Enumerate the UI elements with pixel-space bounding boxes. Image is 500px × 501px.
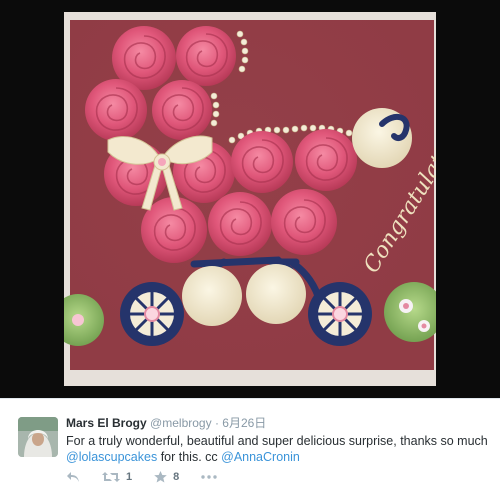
favorite-button[interactable]: 8 bbox=[154, 471, 179, 483]
retweet-button[interactable]: 1 bbox=[102, 471, 132, 483]
retweet-icon bbox=[102, 471, 120, 483]
tweet-text-part2: for this. cc bbox=[157, 450, 222, 464]
reply-icon bbox=[66, 471, 80, 483]
photo-frame: Congratulations bbox=[0, 0, 500, 398]
separator: · bbox=[214, 416, 219, 430]
reply-button[interactable] bbox=[66, 471, 80, 483]
avatar[interactable] bbox=[18, 417, 58, 457]
more-button[interactable] bbox=[201, 475, 217, 479]
tweet-date[interactable]: 6月26日 bbox=[222, 416, 266, 430]
tweet-text-part1: For a truly wonderful, beautiful and sup… bbox=[66, 434, 488, 448]
user-name[interactable]: Mars El Brogy bbox=[66, 416, 147, 430]
favorite-count: 8 bbox=[173, 471, 180, 483]
favorite-icon bbox=[154, 471, 167, 483]
retweet-count: 1 bbox=[126, 471, 133, 483]
tweet-body: Mars El Brogy @melbrogy · 6月26日 For a tr… bbox=[66, 416, 488, 465]
mention-lolascupcakes[interactable]: @lolascupcakes bbox=[66, 450, 157, 464]
tweet-actions: 1 8 bbox=[66, 469, 239, 485]
more-icon bbox=[201, 475, 217, 479]
mention-annacronin[interactable]: @AnnaCronin bbox=[221, 450, 300, 464]
tweet-card: Mars El Brogy @melbrogy · 6月26日 For a tr… bbox=[0, 398, 500, 501]
tweet-text: For a truly wonderful, beautiful and sup… bbox=[66, 433, 488, 465]
user-handle[interactable]: @melbrogy bbox=[150, 416, 212, 430]
cupcake-pram-photo[interactable]: Congratulations bbox=[64, 12, 436, 386]
tweet-header: Mars El Brogy @melbrogy · 6月26日 bbox=[66, 416, 488, 431]
